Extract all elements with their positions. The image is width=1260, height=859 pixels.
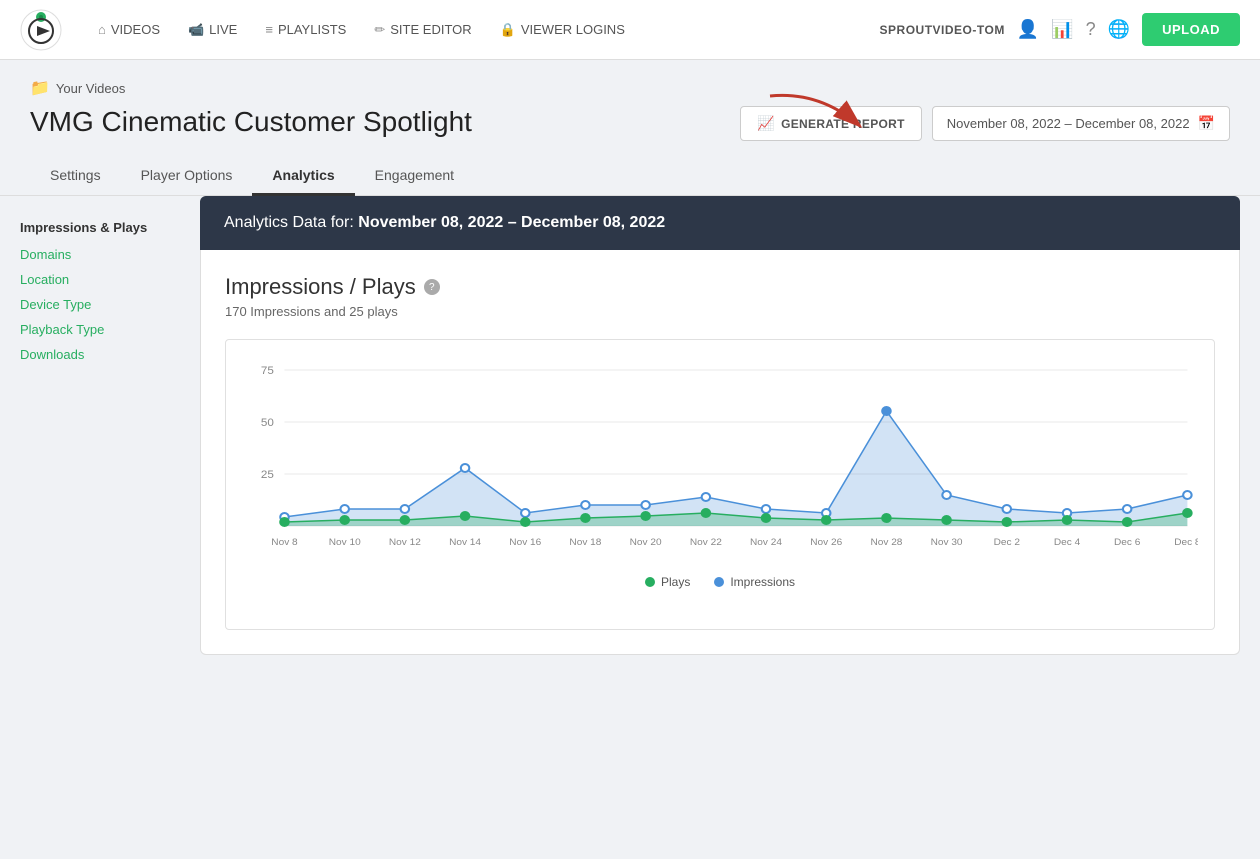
- user-icon[interactable]: 👤: [1017, 19, 1039, 40]
- tab-engagement[interactable]: Engagement: [355, 157, 474, 196]
- svg-text:Nov 22: Nov 22: [690, 537, 722, 548]
- sidebar-link-domains[interactable]: Domains: [20, 247, 180, 262]
- header-right: SPROUTVIDEO-TOM 👤 📊 ? 🌐 UPLOAD: [880, 13, 1240, 46]
- user-label: SPROUTVIDEO-TOM: [880, 23, 1005, 37]
- sidebar-section-title: Impressions & Plays: [20, 220, 180, 235]
- svg-text:Nov 26: Nov 26: [810, 537, 843, 548]
- legend-plays-label: Plays: [661, 575, 690, 589]
- help-icon[interactable]: ?: [1086, 19, 1096, 40]
- svg-text:Dec 8: Dec 8: [1174, 537, 1198, 548]
- lock-icon: 🔒: [500, 22, 516, 38]
- svg-text:Nov 28: Nov 28: [870, 537, 903, 548]
- date-range-button[interactable]: November 08, 2022 – December 08, 2022 📅: [932, 106, 1230, 141]
- svg-text:Nov 18: Nov 18: [569, 537, 602, 548]
- svg-text:Nov 8: Nov 8: [271, 537, 298, 548]
- tabs: Settings Player Options Analytics Engage…: [30, 157, 1230, 195]
- analytics-header-text: Analytics Data for: November 08, 2022 – …: [224, 214, 665, 231]
- sidebar-link-device-type[interactable]: Device Type: [20, 297, 180, 312]
- nav-site-editor[interactable]: ✏SITE EDITOR: [362, 14, 483, 46]
- home-icon: ⌂: [98, 22, 106, 37]
- svg-text:Dec 2: Dec 2: [994, 537, 1020, 548]
- plays-dot: [645, 577, 655, 587]
- chart-subtitle: 170 Impressions and 25 plays: [225, 304, 1215, 319]
- info-icon[interactable]: ?: [424, 279, 440, 295]
- svg-text:50: 50: [261, 417, 274, 429]
- impressions-dot: [714, 577, 724, 587]
- impressions-plays-section: Impressions / Plays ? 170 Impressions an…: [200, 250, 1240, 655]
- chart-container: 75 50 25: [225, 339, 1215, 630]
- tabs-area: Settings Player Options Analytics Engage…: [0, 141, 1260, 196]
- svg-text:Nov 16: Nov 16: [509, 537, 542, 548]
- sidebar-link-location[interactable]: Location: [20, 272, 180, 287]
- analytics-data-header: Analytics Data for: November 08, 2022 – …: [200, 196, 1240, 250]
- svg-text:Nov 24: Nov 24: [750, 537, 783, 548]
- tab-player-options[interactable]: Player Options: [121, 157, 253, 196]
- main-content: Impressions & Plays Domains Location Dev…: [0, 196, 1260, 859]
- tab-settings[interactable]: Settings: [30, 157, 121, 196]
- svg-text:Nov 30: Nov 30: [931, 537, 964, 548]
- svg-text:75: 75: [261, 365, 274, 377]
- svg-text:Nov 10: Nov 10: [329, 537, 362, 548]
- playlist-icon: ≡: [265, 22, 273, 37]
- breadcrumb: 📁 Your Videos: [30, 78, 1230, 98]
- svg-text:Dec 4: Dec 4: [1054, 537, 1081, 548]
- breadcrumb-area: 📁 Your Videos: [0, 60, 1260, 98]
- svg-text:Nov 20: Nov 20: [630, 537, 663, 548]
- edit-icon: ✏: [374, 22, 385, 38]
- impressions-chart: 75 50 25: [242, 360, 1198, 560]
- svg-text:Nov 14: Nov 14: [449, 537, 482, 548]
- analytics-icon[interactable]: 📊: [1051, 19, 1073, 40]
- title-actions: 📈 GENERATE REPORT November 08, 2022 – De…: [740, 106, 1230, 141]
- folder-icon: 📁: [30, 78, 50, 98]
- sidebar: Impressions & Plays Domains Location Dev…: [0, 196, 200, 859]
- legend-impressions-label: Impressions: [730, 575, 795, 589]
- chart-legend: Plays Impressions: [242, 575, 1198, 589]
- nav-playlists[interactable]: ≡PLAYLISTS: [253, 14, 358, 45]
- chart-title: Impressions / Plays ?: [225, 274, 1215, 300]
- page-title-area: VMG Cinematic Customer Spotlight 📈 GENER…: [0, 98, 1260, 141]
- header: ⌂VIDEOS 📹LIVE ≡PLAYLISTS ✏SITE EDITOR 🔒V…: [0, 0, 1260, 60]
- logo[interactable]: [20, 9, 62, 51]
- legend-plays: Plays: [645, 575, 690, 589]
- page-title: VMG Cinematic Customer Spotlight: [30, 106, 472, 138]
- sidebar-link-playback-type[interactable]: Playback Type: [20, 322, 180, 337]
- calendar-icon: 📅: [1198, 115, 1215, 132]
- nav-videos[interactable]: ⌂VIDEOS: [86, 14, 172, 45]
- svg-text:25: 25: [261, 469, 274, 481]
- sidebar-link-downloads[interactable]: Downloads: [20, 347, 180, 362]
- camera-icon: 📹: [188, 22, 204, 38]
- legend-impressions: Impressions: [714, 575, 795, 589]
- svg-text:Nov 12: Nov 12: [389, 537, 421, 548]
- nav-viewer-logins[interactable]: 🔒VIEWER LOGINS: [488, 14, 637, 46]
- breadcrumb-label: Your Videos: [56, 81, 125, 96]
- main-nav: ⌂VIDEOS 📹LIVE ≡PLAYLISTS ✏SITE EDITOR 🔒V…: [86, 14, 880, 46]
- tab-analytics[interactable]: Analytics: [252, 157, 354, 196]
- upload-button[interactable]: UPLOAD: [1142, 13, 1240, 46]
- arrow-hint: [760, 86, 880, 149]
- content-area: Analytics Data for: November 08, 2022 – …: [200, 196, 1260, 859]
- globe-icon[interactable]: 🌐: [1108, 19, 1130, 40]
- svg-text:Dec 6: Dec 6: [1114, 537, 1141, 548]
- nav-live[interactable]: 📹LIVE: [176, 14, 249, 46]
